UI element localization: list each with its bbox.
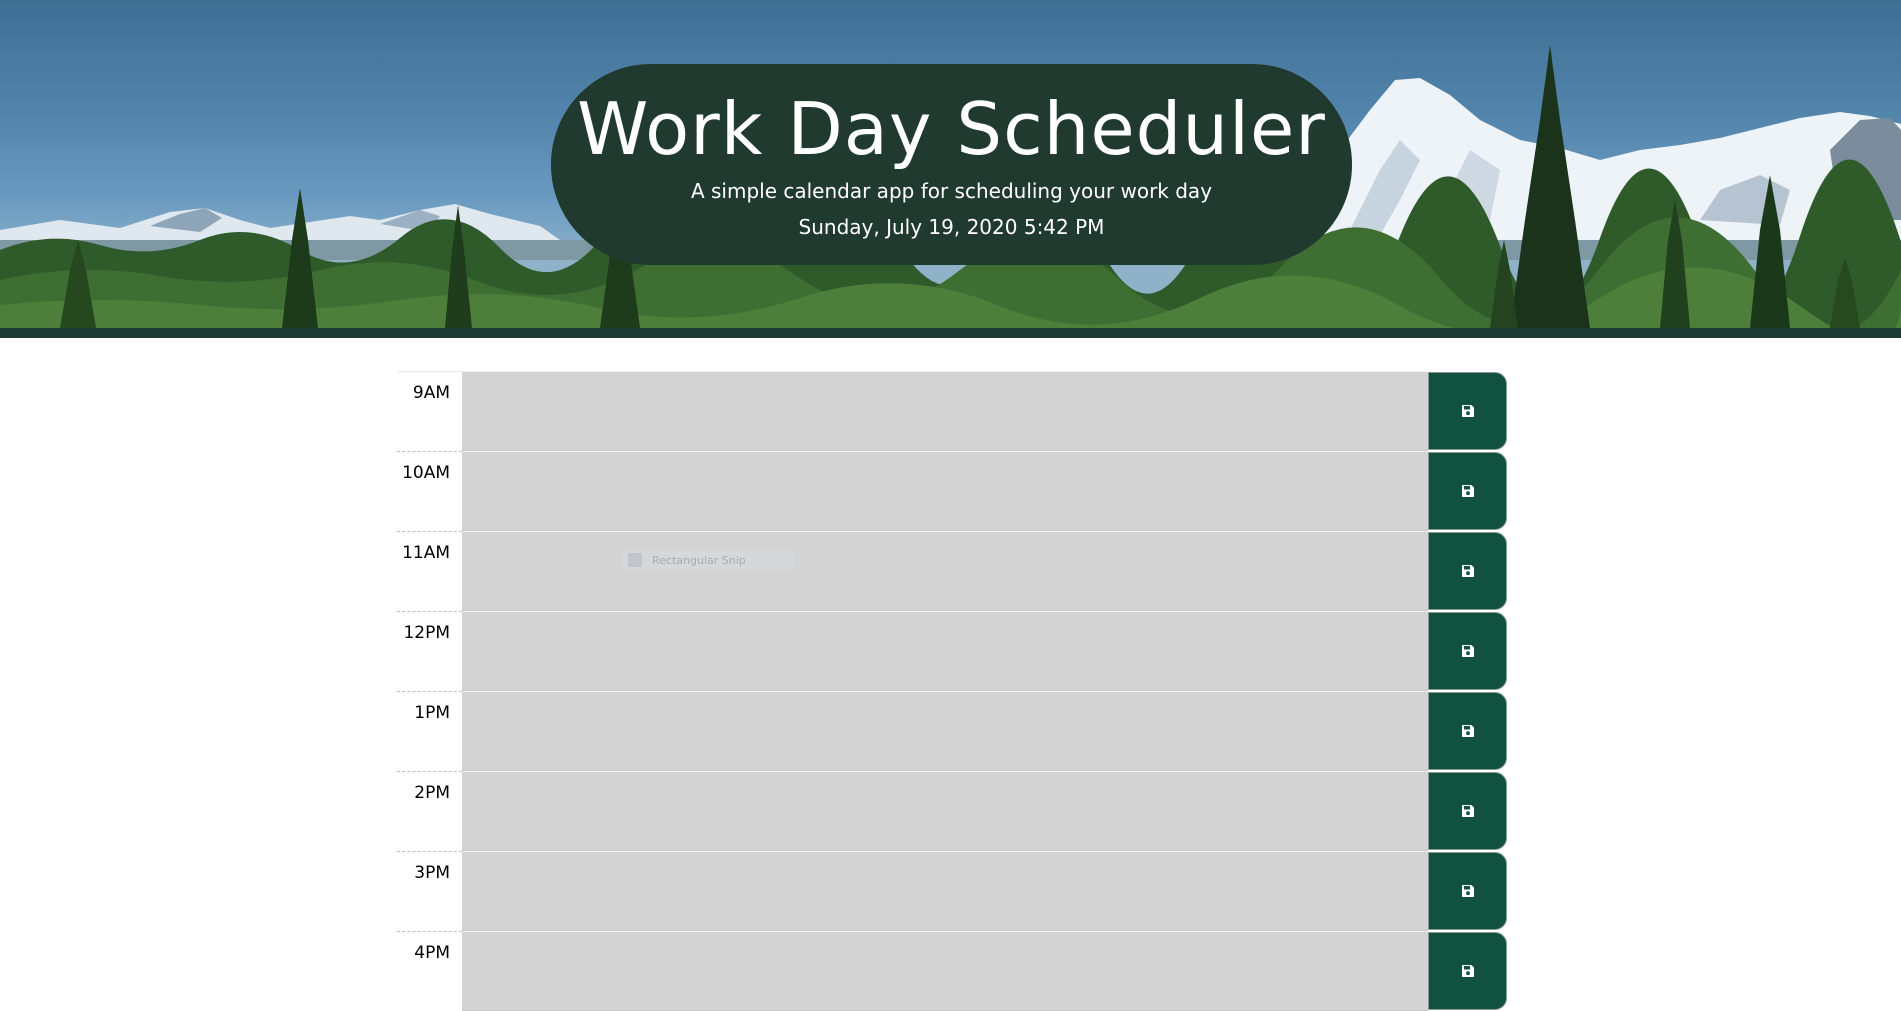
current-day: Sunday, July 19, 2020 5:42 PM <box>798 215 1105 239</box>
save-button[interactable] <box>1428 852 1507 930</box>
time-block-4pm: 4PM <box>397 931 1507 1011</box>
event-textarea[interactable] <box>462 451 1428 531</box>
event-textarea[interactable] <box>462 531 1428 611</box>
save-button[interactable] <box>1428 932 1507 1010</box>
event-textarea[interactable] <box>462 371 1428 451</box>
floppy-disk-icon <box>1461 725 1474 737</box>
hour-label: 1PM <box>397 691 462 771</box>
snip-icon <box>628 553 642 567</box>
hour-label: 3PM <box>397 851 462 931</box>
floppy-disk-icon <box>1461 965 1474 977</box>
snip-label: Rectangular Snip <box>652 553 746 567</box>
save-button[interactable] <box>1428 532 1507 610</box>
time-block-9am: 9AM <box>397 371 1507 451</box>
floppy-disk-icon <box>1461 565 1474 577</box>
time-block-12pm: 12PM <box>397 611 1507 691</box>
time-block-10am: 10AM <box>397 451 1507 531</box>
hour-label: 11AM <box>397 531 462 611</box>
title-pill: Work Day Scheduler A simple calendar app… <box>551 64 1352 265</box>
snip-tooltip-ghost: Rectangular Snip <box>622 549 794 571</box>
event-textarea[interactable] <box>462 611 1428 691</box>
save-button[interactable] <box>1428 612 1507 690</box>
save-button[interactable] <box>1428 692 1507 770</box>
hour-label: 4PM <box>397 931 462 1011</box>
save-button[interactable] <box>1428 452 1507 530</box>
save-button[interactable] <box>1428 772 1507 850</box>
event-textarea[interactable] <box>462 771 1428 851</box>
floppy-disk-icon <box>1461 485 1474 497</box>
hour-label: 2PM <box>397 771 462 851</box>
time-block-1pm: 1PM <box>397 691 1507 771</box>
page-title: Work Day Scheduler <box>577 87 1326 171</box>
time-block-3pm: 3PM <box>397 851 1507 931</box>
schedule-container: 9AM 10AM 11AM 12PM 1PM 2PM 3PM 4PM <box>397 371 1507 1011</box>
save-button[interactable] <box>1428 372 1507 450</box>
floppy-disk-icon <box>1461 645 1474 657</box>
page-subtitle: A simple calendar app for scheduling you… <box>690 179 1213 203</box>
hour-label: 12PM <box>397 611 462 691</box>
time-block-2pm: 2PM <box>397 771 1507 851</box>
event-textarea[interactable] <box>462 851 1428 931</box>
hour-label: 9AM <box>397 371 462 451</box>
floppy-disk-icon <box>1461 885 1474 897</box>
floppy-disk-icon <box>1461 405 1474 417</box>
hour-label: 10AM <box>397 451 462 531</box>
floppy-disk-icon <box>1461 805 1474 817</box>
header-jumbotron: Work Day Scheduler A simple calendar app… <box>0 0 1901 338</box>
event-textarea[interactable] <box>462 691 1428 771</box>
event-textarea[interactable] <box>462 931 1428 1011</box>
time-block-11am: 11AM <box>397 531 1507 611</box>
